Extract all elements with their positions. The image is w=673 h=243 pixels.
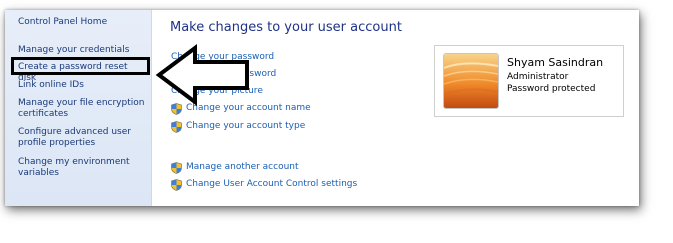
left-arrow-annotation bbox=[155, 44, 249, 106]
control-panel-window: Control Panel Home Manage your credentia… bbox=[5, 10, 639, 206]
sidebar-home-link[interactable]: Control Panel Home bbox=[18, 17, 148, 28]
uac-settings-link[interactable]: Change User Account Control settings bbox=[186, 179, 357, 189]
flower-avatar-image bbox=[444, 54, 498, 108]
password-status: Password protected bbox=[507, 84, 596, 94]
sidebar-item-link-online-ids[interactable]: Link online IDs bbox=[18, 80, 148, 91]
uac-shield-icon bbox=[171, 162, 182, 174]
uac-shield-icon bbox=[171, 179, 182, 191]
page-title: Make changes to your user account bbox=[170, 20, 402, 35]
highlight-box bbox=[11, 57, 150, 75]
sidebar-item-manage-credentials[interactable]: Manage your credentials bbox=[18, 45, 148, 56]
sidebar: Control Panel Home Manage your credentia… bbox=[5, 10, 152, 206]
avatar bbox=[443, 53, 499, 109]
user-name: Shyam Sasindran bbox=[507, 56, 604, 69]
change-account-type-link[interactable]: Change your account type bbox=[186, 121, 305, 131]
sidebar-item-advanced-profile[interactable]: Configure advanced user profile properti… bbox=[18, 127, 148, 149]
sidebar-item-file-encryption[interactable]: Manage your file encryption certificates bbox=[18, 98, 148, 120]
user-role: Administrator bbox=[507, 72, 569, 82]
main-panel: Make changes to your user account Change… bbox=[152, 10, 639, 206]
sidebar-item-environment-variables[interactable]: Change my environment variables bbox=[18, 157, 148, 179]
uac-shield-icon bbox=[171, 121, 182, 133]
user-account-card: Shyam Sasindran Administrator Password p… bbox=[434, 45, 624, 117]
manage-another-account-link[interactable]: Manage another account bbox=[186, 162, 299, 172]
